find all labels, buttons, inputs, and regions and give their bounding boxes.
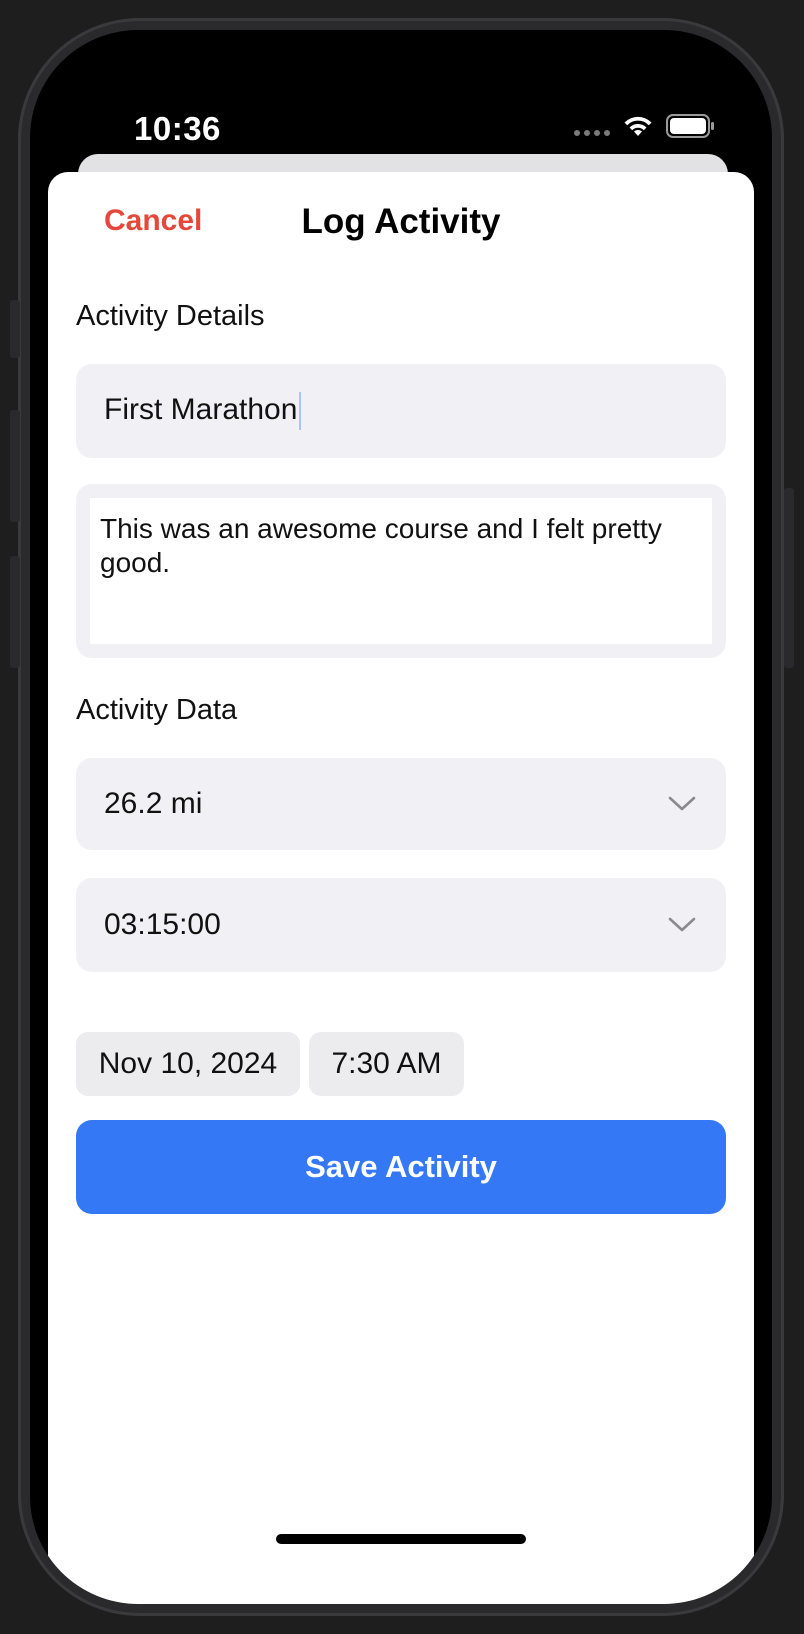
save-activity-button[interactable]: Save Activity [76,1120,726,1214]
chevron-down-icon [668,796,696,811]
power-button [784,488,794,668]
page-title: Log Activity [301,202,501,241]
signal-icon [574,116,610,136]
battery-icon [666,114,714,138]
duration-picker[interactable]: 03:15:00 [76,878,726,972]
home-indicator [276,1534,526,1544]
side-button [10,300,20,358]
text-caret [299,392,302,430]
activity-name-text: First Marathon [104,392,302,430]
distance-value: 26.2 mi [104,787,203,820]
time-picker-button[interactable]: 7:30 AM [309,1032,464,1096]
activity-notes-field[interactable]: This was an awesome course and I felt pr… [76,484,726,658]
activity-details-label: Activity Details [76,300,265,332]
distance-picker[interactable]: 26.2 mi [76,758,726,850]
status-indicators [574,114,716,138]
status-time: 10:36 [134,110,221,147]
activity-notes-text[interactable]: This was an awesome course and I felt pr… [90,498,712,644]
log-activity-sheet: Cancel Log Activity Activity Details Fir… [48,172,754,1604]
activity-name-value: First Marathon [104,392,298,426]
volume-up-button [10,410,20,522]
screen: 10:36 Cancel Log Activity Activity Detai… [30,30,772,1604]
activity-name-field[interactable]: First Marathon [76,364,726,458]
date-picker-button[interactable]: Nov 10, 2024 [76,1032,300,1096]
wifi-icon [624,116,652,136]
chevron-down-icon [668,917,696,932]
duration-value: 03:15:00 [104,908,221,941]
activity-data-label: Activity Data [76,694,238,726]
volume-down-button [10,556,20,668]
